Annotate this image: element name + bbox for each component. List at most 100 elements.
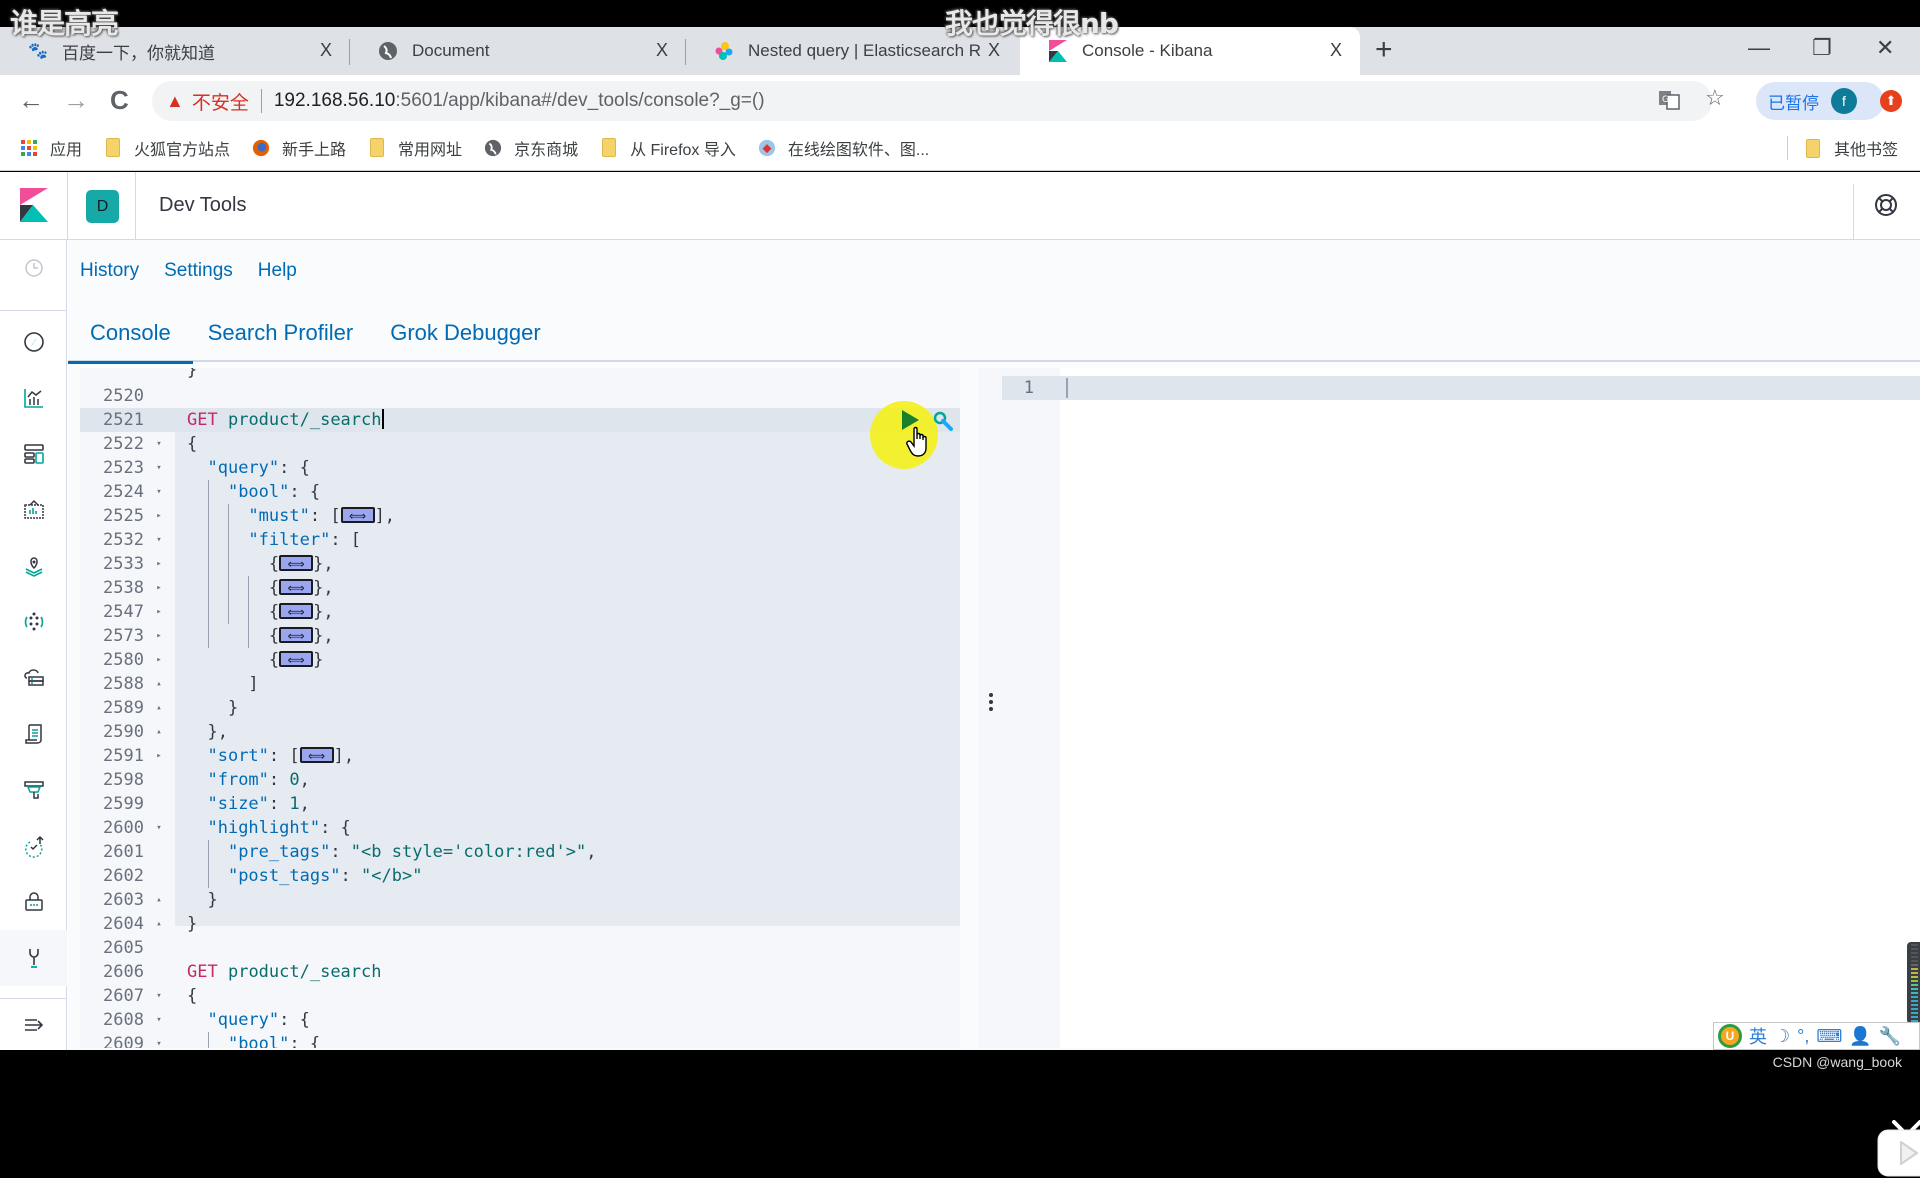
sidenav-machine-learning[interactable] [0, 594, 67, 650]
editor-line[interactable]: 2547▸ {}, [80, 600, 960, 624]
fold-toggle-icon[interactable]: ▸ [153, 744, 165, 768]
panel-resize-handle[interactable] [978, 368, 1004, 1048]
editor-line[interactable]: 2604 ▴} [80, 912, 960, 936]
keyboard-icon[interactable]: ⌨ [1816, 1026, 1842, 1047]
close-window-button[interactable]: ✕ [1876, 35, 1894, 61]
console-output-panel[interactable]: 1 [1002, 368, 1920, 1048]
wrench-icon[interactable]: 🔧 [1879, 1026, 1901, 1047]
ime-language[interactable]: 英 [1749, 1023, 1767, 1049]
editor-line[interactable]: 2590 ▴ }, [80, 720, 960, 744]
minimize-button[interactable]: — [1748, 35, 1770, 61]
editor-line[interactable]: 2600 ▾ "highlight": { [80, 816, 960, 840]
editor-line[interactable]: 2603 ▴ } [80, 888, 960, 912]
editor-line[interactable]: 2602 "post_tags": "</b>" [80, 864, 960, 888]
fold-toggle-icon[interactable]: ▾ [153, 528, 165, 552]
tab-console[interactable]: Console [68, 310, 193, 364]
sidenav-collapse[interactable] [0, 1000, 67, 1050]
bookmark-firefox-import[interactable]: 从 Firefox 导入 [600, 136, 736, 160]
tab-search-profiler[interactable]: Search Profiler [193, 310, 376, 362]
editor-line[interactable]: 2524 ▾ "bool": { [80, 480, 960, 504]
sidenav-siem[interactable] [0, 874, 67, 930]
fold-toggle-icon[interactable]: ▾ [153, 456, 165, 480]
space-avatar[interactable]: D [86, 190, 119, 223]
bookmark-other[interactable]: 其他书签 [1786, 125, 1898, 171]
editor-line[interactable]: 2523 ▾ "query": { [80, 456, 960, 480]
ime-toolbar[interactable]: U 英 ☽ °, ⌨ 👤 🔧 [1713, 1022, 1920, 1050]
profile-paused-button[interactable]: 已暂停 f [1756, 82, 1884, 120]
fold-toggle-icon[interactable]: ▴ [153, 720, 165, 744]
sidenav-recently-viewed[interactable] [0, 240, 67, 296]
sidenav-canvas[interactable] [0, 482, 67, 538]
collapsed-block-icon[interactable] [340, 504, 375, 528]
close-tab-icon[interactable]: X [320, 40, 332, 61]
help-link[interactable]: Help [258, 260, 297, 282]
settings-link[interactable]: Settings [164, 260, 233, 282]
bookmark-star-icon[interactable]: ☆ [1705, 85, 1725, 111]
close-tab-icon[interactable]: X [656, 40, 668, 61]
punctuation-icon[interactable]: °, [1797, 1026, 1809, 1047]
bilibili-play-icon[interactable] [1876, 1120, 1920, 1178]
sidenav-maps[interactable] [0, 538, 67, 594]
reload-button[interactable]: C [110, 85, 129, 116]
fold-toggle-icon[interactable]: ▴ [153, 672, 165, 696]
bookmark-jd[interactable]: 京东商城 [484, 136, 578, 160]
fold-toggle-icon[interactable]: ▾ [153, 1008, 165, 1032]
warning-triangle-icon[interactable]: ▲ [166, 91, 184, 112]
fold-toggle-icon[interactable]: ▴ [153, 696, 165, 720]
editor-line[interactable]: 2532 ▾ "filter": [ [80, 528, 960, 552]
wrench-settings-icon[interactable] [932, 410, 956, 434]
editor-line[interactable]: 2588 ▴ ] [80, 672, 960, 696]
fold-toggle-icon[interactable]: ▾ [153, 1032, 165, 1048]
editor-line[interactable]: 2522 ▾{ [80, 432, 960, 456]
fold-toggle-icon[interactable]: ▾ [153, 480, 165, 504]
editor-line[interactable]: 2591▸ "sort": [], [80, 744, 960, 768]
console-input-editor[interactable]: } 2520 2521 GET product/_search 2522 ▾{2523 ▾ … [80, 368, 960, 1048]
user-icon[interactable]: 👤 [1849, 1026, 1871, 1047]
fold-toggle-icon[interactable]: ▸ [153, 552, 165, 576]
extension-upload-icon[interactable]: ⬆ [1880, 90, 1902, 112]
sidenav-logs[interactable] [0, 706, 67, 762]
new-tab-button[interactable]: + [1375, 33, 1393, 67]
fold-toggle-icon[interactable]: ▴ [153, 888, 165, 912]
moon-icon[interactable]: ☽ [1774, 1026, 1790, 1047]
fold-toggle-icon[interactable]: ▸ [153, 600, 165, 624]
editor-line[interactable]: 2607 ▾{ [80, 984, 960, 1008]
editor-line[interactable]: 2580▸ {} [80, 648, 960, 672]
collapsed-block-icon[interactable] [279, 576, 314, 600]
history-link[interactable]: History [80, 260, 139, 282]
editor-line[interactable]: 2605 [80, 936, 960, 960]
url-bar[interactable]: ▲ 不安全 192.168.56.10:5601/app/kibana#/dev… [152, 81, 1712, 121]
sidenav-visualize[interactable] [0, 370, 67, 426]
sidenav-infrastructure[interactable] [0, 650, 67, 706]
restore-button[interactable]: ❐ [1812, 35, 1832, 61]
security-label[interactable]: 不安全 [192, 88, 249, 115]
editor-line[interactable]: 2573▸ {}, [80, 624, 960, 648]
translate-icon[interactable]: G [1658, 89, 1680, 117]
collapsed-block-icon[interactable] [279, 624, 314, 648]
tab-grok-debugger[interactable]: Grok Debugger [375, 310, 562, 362]
fold-toggle-icon[interactable]: ▸ [153, 648, 165, 672]
editor-line[interactable]: 2520 [80, 384, 960, 408]
help-lifebuoy-icon[interactable] [1873, 192, 1899, 218]
editor-line[interactable]: 2538▸ {}, [80, 576, 960, 600]
fold-toggle-icon[interactable]: ▴ [153, 912, 165, 936]
bookmark-common-sites[interactable]: 常用网址 [368, 136, 462, 160]
editor-line[interactable]: 2599 "size": 1, [80, 792, 960, 816]
editor-line[interactable]: 2525▸ "must": [], [80, 504, 960, 528]
collapsed-block-icon[interactable] [279, 600, 314, 624]
bookmark-apps[interactable]: 应用 [20, 136, 82, 160]
bookmark-getting-started[interactable]: 新手上路 [252, 136, 346, 160]
editor-line[interactable]: 2601 "pre_tags": "<b style='color:red'>"… [80, 840, 960, 864]
close-tab-icon[interactable]: X [1330, 40, 1342, 61]
editor-line[interactable]: 2589 ▴ } [80, 696, 960, 720]
editor-line[interactable]: 2598 "from": 0, [80, 768, 960, 792]
close-tab-icon[interactable]: X [988, 40, 1000, 61]
collapsed-block-icon[interactable] [279, 648, 314, 672]
fold-toggle-icon[interactable]: ▸ [153, 624, 165, 648]
fold-toggle-icon[interactable]: ▾ [153, 984, 165, 1008]
editor-line-active[interactable]: 2521 GET product/_search [80, 408, 960, 432]
sidenav-dashboard[interactable] [0, 426, 67, 482]
fold-toggle-icon[interactable]: ▸ [153, 576, 165, 600]
forward-button[interactable]: → [63, 85, 89, 116]
kibana-logo-icon[interactable] [20, 188, 48, 222]
